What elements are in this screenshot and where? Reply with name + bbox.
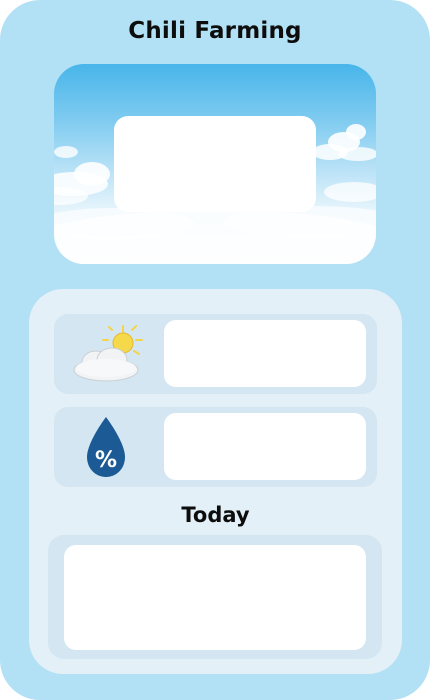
info-panel: % Today — [29, 289, 402, 674]
weather-row — [54, 314, 377, 394]
today-content-box — [64, 545, 366, 650]
app-screen: Chili Farming % Today — [0, 0, 430, 700]
partly-cloudy-icon — [73, 325, 143, 382]
weather-value-box — [164, 320, 366, 387]
today-title: Today — [181, 503, 250, 527]
page-title: Chili Farming — [128, 18, 302, 44]
sky-card — [54, 64, 376, 264]
sky-display-box — [114, 116, 316, 212]
humidity-drop-icon: % — [87, 417, 125, 477]
today-box — [48, 535, 382, 659]
humidity-percent-glyph: % — [95, 448, 117, 473]
humidity-value-box — [164, 413, 366, 480]
humidity-row: % — [54, 407, 377, 487]
